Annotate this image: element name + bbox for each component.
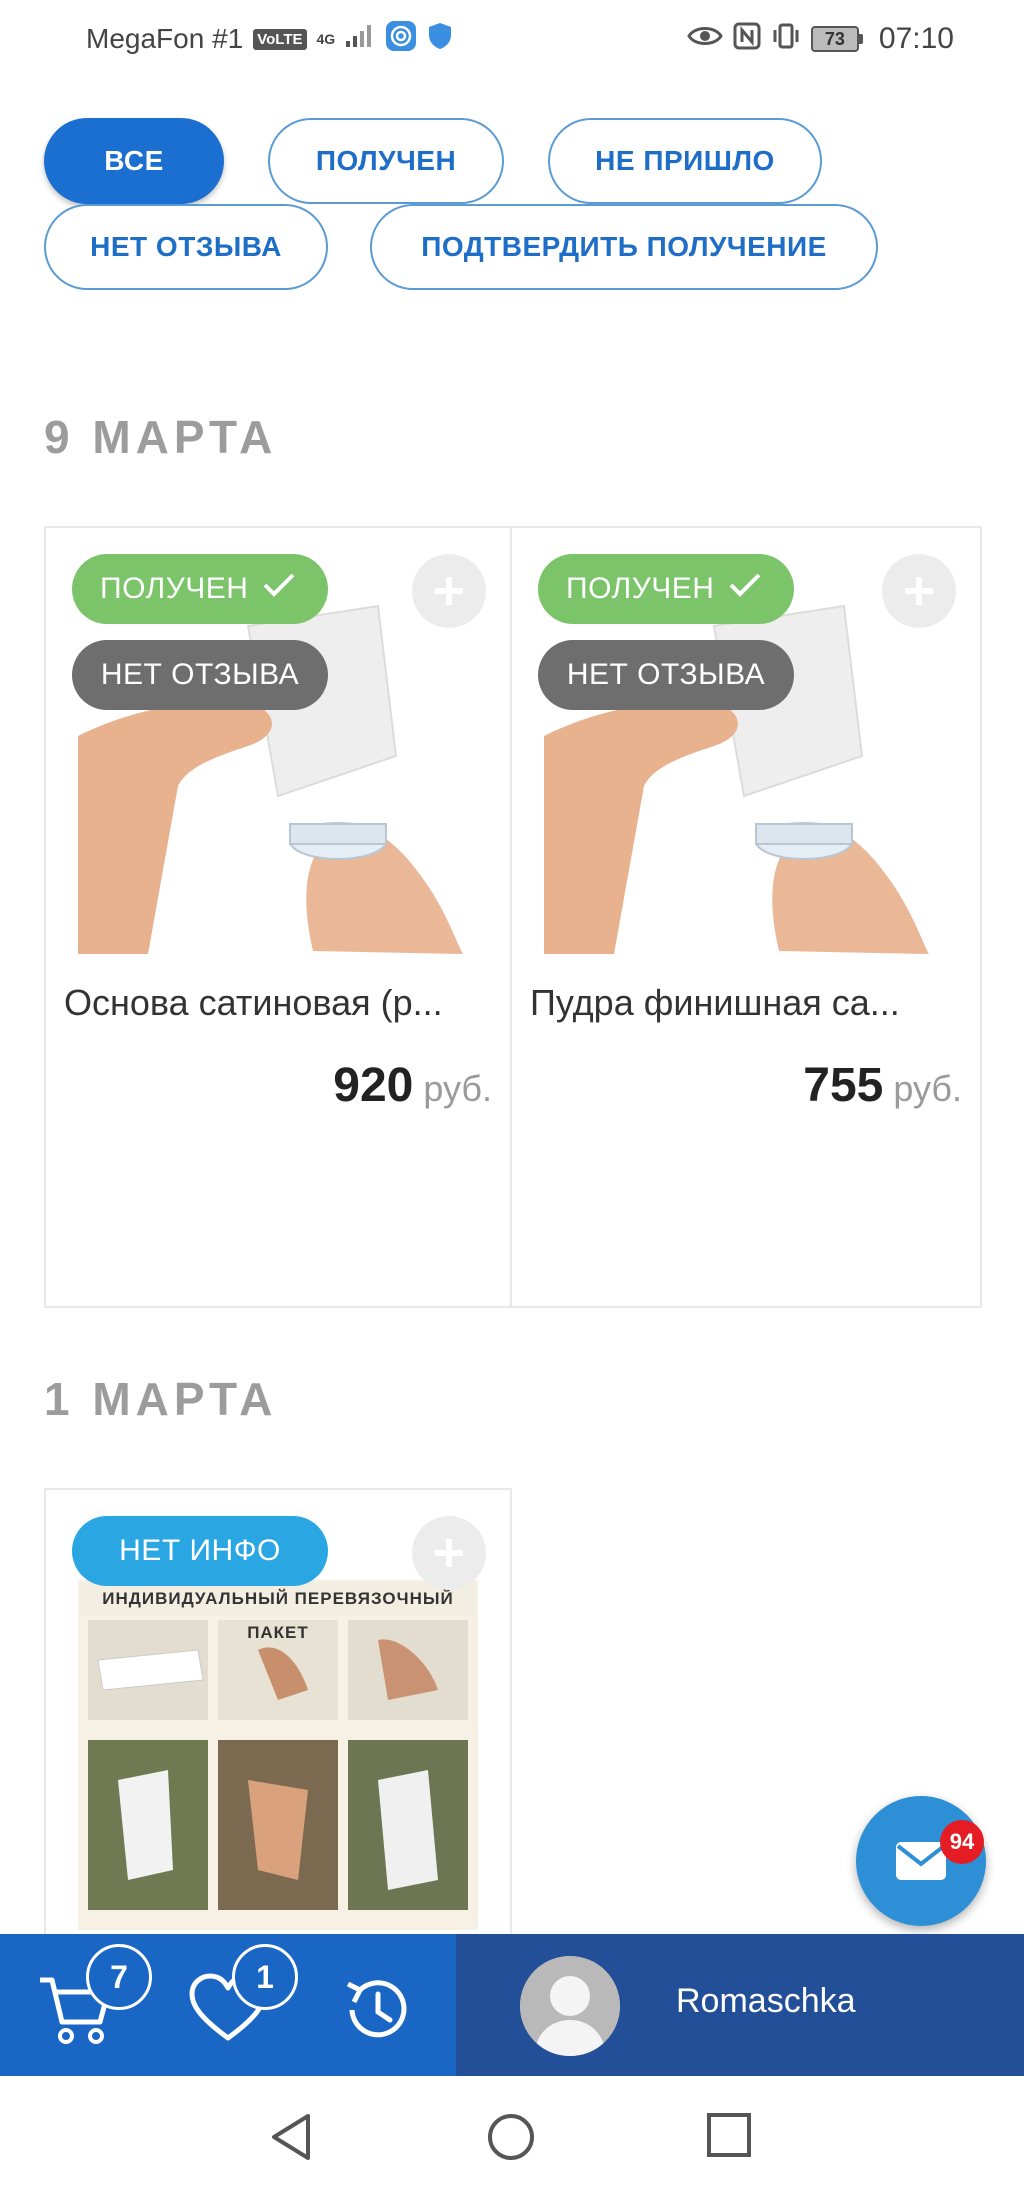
price-currency: руб. xyxy=(423,1068,492,1109)
product-price: 920 руб. xyxy=(333,1058,492,1113)
cart-count-badge: 7 xyxy=(86,1944,152,2010)
plus-icon xyxy=(435,577,463,605)
status-bar: MegaFon #1 VoLTE 4G 73 07:10 xyxy=(0,0,1024,78)
status-badge-no-review: НЕТ ОТЗЫВА xyxy=(72,640,328,710)
image-caption: ИНДИВИДУАЛЬНЫЙ ПЕРЕВЯЗОЧНЫЙ ПАКЕТ xyxy=(80,1582,476,1642)
filter-chip-no-review[interactable]: НЕТ ОТЗЫВА xyxy=(44,204,328,290)
username: Romaschka xyxy=(676,1982,856,2020)
vibrate-icon xyxy=(771,22,801,57)
favorites-count-badge: 1 xyxy=(232,1944,298,2010)
product-title: Пудра финишная са... xyxy=(530,982,900,1023)
volte-icon: VoLTE xyxy=(253,28,307,50)
history-button[interactable] xyxy=(338,1970,418,2055)
add-button[interactable] xyxy=(882,554,956,628)
user-profile-button[interactable]: Romaschka xyxy=(456,1934,1024,2076)
clock: 07:10 xyxy=(878,22,954,55)
battery-icon: 73 xyxy=(810,26,863,52)
messages-fab[interactable]: 94 xyxy=(856,1796,986,1926)
history-icon xyxy=(346,1980,407,2038)
add-button[interactable] xyxy=(412,1516,486,1590)
order-card[interactable]: ПОЛУЧЕН НЕТ ОТЗЫВА Основа сатиновая (р..… xyxy=(44,526,512,1308)
filter-chip-all[interactable]: ВСЕ xyxy=(44,118,224,204)
wifi-hotspot-icon xyxy=(385,20,417,59)
system-nav-bar xyxy=(0,2076,1024,2192)
status-badge-received: ПОЛУЧЕН xyxy=(72,554,328,624)
price-currency: руб. xyxy=(893,1068,962,1109)
eye-icon xyxy=(687,23,723,55)
filter-chip-received[interactable]: ПОЛУЧЕН xyxy=(268,118,504,204)
date-header: 9 МАРТА xyxy=(44,411,278,463)
nfc-icon xyxy=(733,22,761,57)
status-badge-no-review: НЕТ ОТЗЫВА xyxy=(538,640,794,710)
price-value: 920 xyxy=(333,1059,414,1112)
product-image: ИНДИВИДУАЛЬНЫЙ ПЕРЕВЯЗОЧНЫЙ ПАКЕТ xyxy=(78,1580,478,1930)
status-badge-received: ПОЛУЧЕН xyxy=(538,554,794,624)
add-button[interactable] xyxy=(412,554,486,628)
shield-icon xyxy=(427,21,453,58)
home-button[interactable] xyxy=(486,2112,536,2167)
plus-icon xyxy=(905,577,933,605)
check-icon xyxy=(728,572,762,606)
unread-count-badge: 94 xyxy=(940,1820,984,1864)
order-card[interactable]: ИНДИВИДУАЛЬНЫЙ ПЕРЕВЯЗОЧНЫЙ ПАКЕТ НЕТ ИН… xyxy=(44,1488,512,1934)
avatar xyxy=(520,1956,620,2056)
recents-icon xyxy=(707,2113,751,2157)
filter-chip-not-arrived[interactable]: НЕ ПРИШЛО xyxy=(548,118,822,204)
battery-level: 73 xyxy=(810,26,859,52)
home-icon xyxy=(488,2114,534,2160)
product-price: 755 руб. xyxy=(803,1058,962,1113)
order-card[interactable]: ПОЛУЧЕН НЕТ ОТЗЫВА Пудра финишная са... … xyxy=(510,526,982,1308)
back-button[interactable] xyxy=(268,2112,316,2167)
filter-chip-confirm-receipt[interactable]: ПОДТВЕРДИТЬ ПОЛУЧЕНИЕ xyxy=(370,204,878,290)
signal-icon xyxy=(345,23,375,56)
date-header: 1 МАРТА xyxy=(44,1373,278,1425)
back-icon xyxy=(272,2114,310,2160)
carrier-name: MegaFon #1 xyxy=(86,23,244,54)
network-type: 4G xyxy=(316,31,336,47)
check-icon xyxy=(262,572,296,606)
status-badge-no-info: НЕТ ИНФО xyxy=(72,1516,328,1586)
price-value: 755 xyxy=(803,1059,884,1112)
product-title: Основа сатиновая (р... xyxy=(64,982,443,1023)
recents-button[interactable] xyxy=(706,2112,752,2163)
plus-icon xyxy=(435,1539,463,1567)
bottom-bar: 7 1 Romaschka xyxy=(0,1934,1024,2076)
